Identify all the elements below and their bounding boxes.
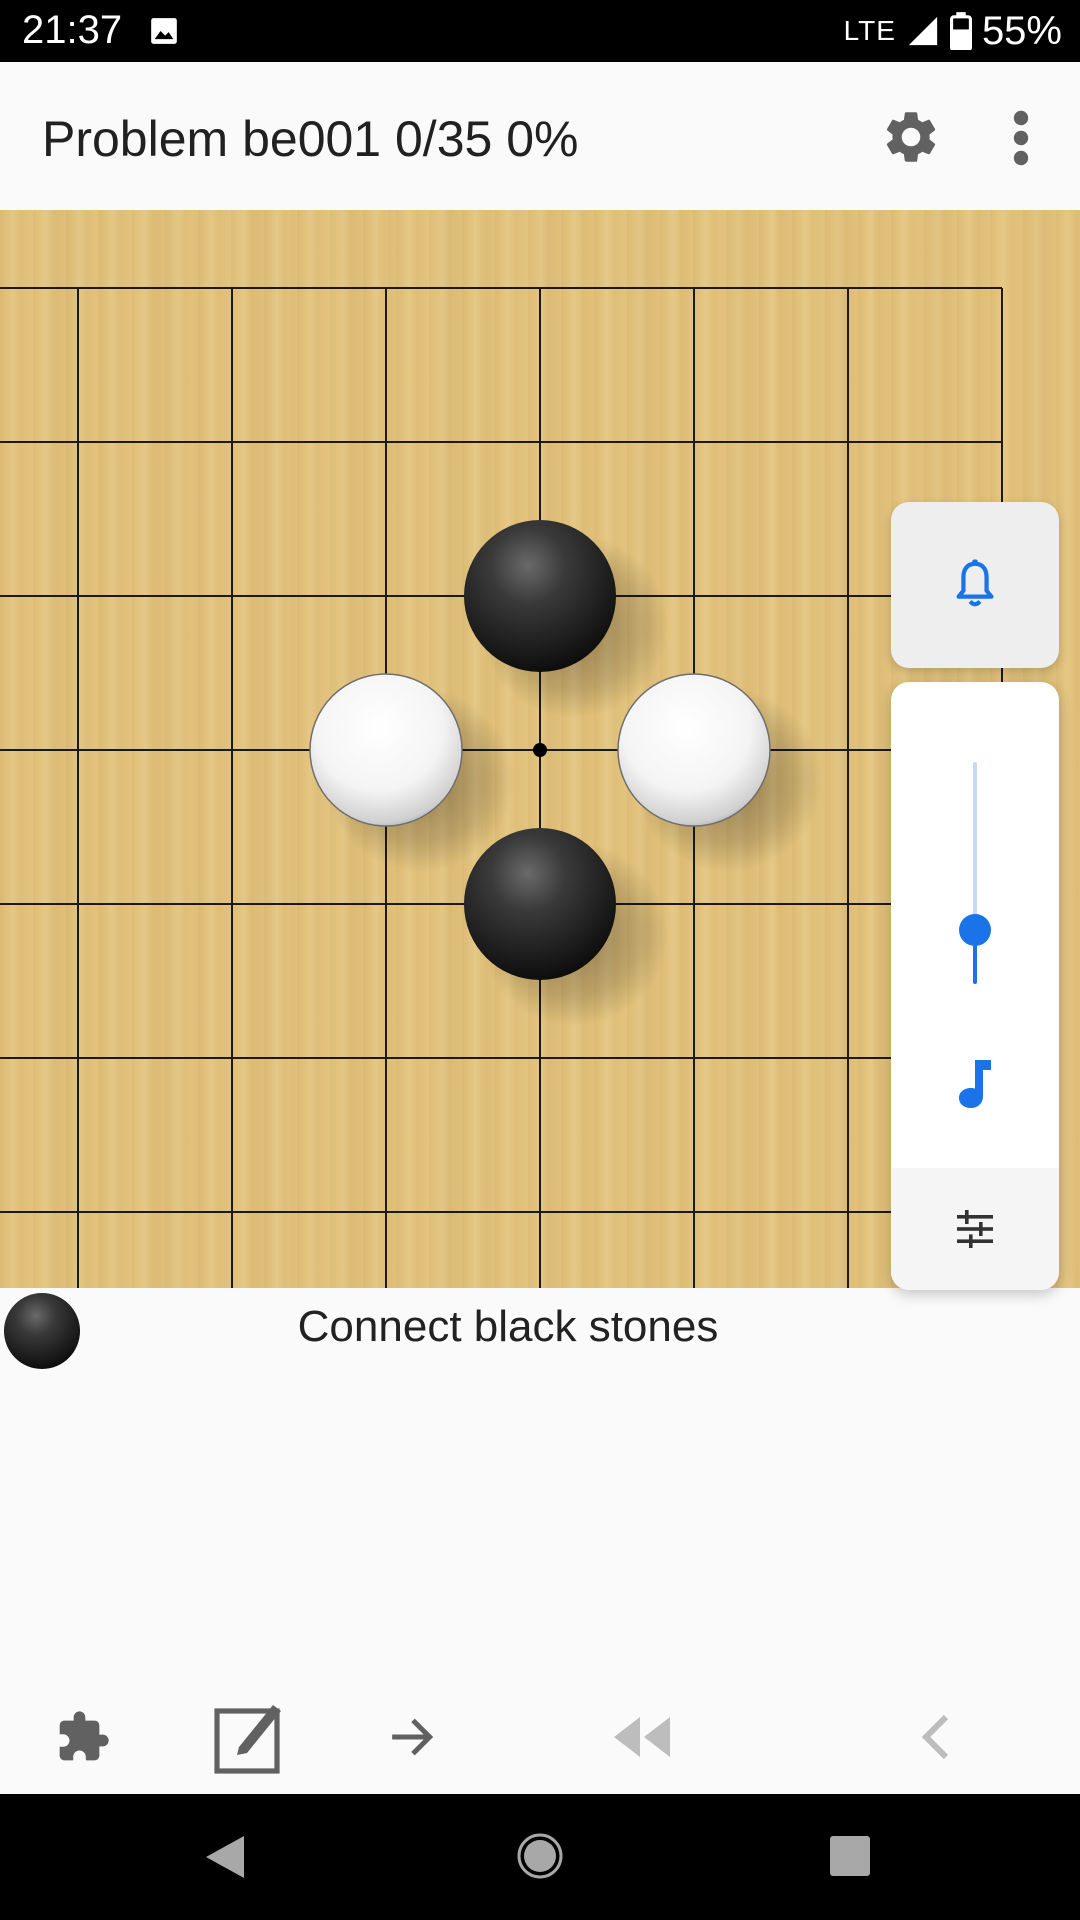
status-bar: 21:37 LTE 55%: [0, 0, 1080, 62]
battery-icon: [949, 12, 972, 50]
image-icon: [151, 18, 177, 44]
recents-icon[interactable]: [830, 1836, 870, 1876]
black-stone: [464, 828, 616, 980]
more-vert-icon[interactable]: [1002, 110, 1040, 166]
edit-icon: [214, 1705, 281, 1774]
previous-button[interactable]: [892, 1680, 978, 1794]
status-time: 21:37: [22, 8, 123, 52]
bell-icon: [956, 559, 994, 607]
volume-settings-row[interactable]: [891, 1168, 1059, 1290]
arrow-right-icon: [392, 1718, 434, 1756]
problem-instruction: Connect black stones: [297, 1302, 719, 1351]
ringer-toggle[interactable]: [891, 502, 1059, 668]
media-volume-card: [891, 682, 1059, 1290]
black-stone: [464, 520, 616, 672]
next-button[interactable]: [370, 1680, 456, 1794]
signal-icon: [908, 16, 938, 46]
chevron-left-icon: [921, 1714, 949, 1760]
white-stone: [617, 673, 771, 827]
home-icon[interactable]: [516, 1832, 564, 1880]
puzzle-icon: [59, 1711, 109, 1761]
white-stone: [309, 673, 463, 827]
edit-button[interactable]: [206, 1680, 292, 1794]
page-title: Problem be001 0/35 0%: [42, 111, 579, 167]
problems-button[interactable]: [40, 1680, 126, 1794]
tune-icon[interactable]: [955, 1210, 995, 1248]
volume-panel: [891, 502, 1059, 1290]
battery-percent: 55%: [981, 8, 1062, 53]
rewind-icon: [614, 1717, 670, 1757]
music-note-icon[interactable]: [953, 1056, 997, 1112]
network-type: LTE: [843, 15, 896, 46]
bottom-toolbar: [0, 1680, 1080, 1794]
app-bar: Problem be001 0/35 0%: [0, 62, 1080, 210]
back-icon[interactable]: [204, 1834, 246, 1880]
system-nav-bar: [0, 1794, 1080, 1920]
gear-icon[interactable]: [880, 106, 942, 168]
star-point: [533, 743, 547, 757]
volume-slider-thumb[interactable]: [959, 914, 991, 946]
rewind-button[interactable]: [596, 1680, 686, 1794]
problem-caption: Connect black stones: [0, 1288, 1080, 1378]
